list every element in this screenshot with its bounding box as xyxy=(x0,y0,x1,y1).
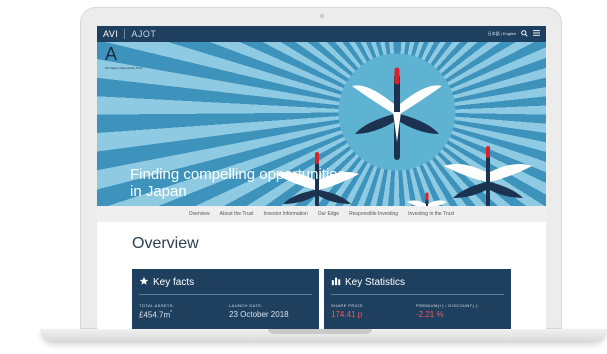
premium-discount-value: -2.21 % xyxy=(416,310,444,319)
divider xyxy=(139,294,312,295)
language-switcher[interactable]: 日本語 | English xyxy=(488,31,516,37)
nav-item-investor-information[interactable]: Investor Information xyxy=(264,211,308,217)
key-statistics-title: Key Statistics xyxy=(345,277,406,288)
total-assets-amount: £454.7m xyxy=(139,310,171,320)
key-statistics-heading: Key Statistics xyxy=(331,276,405,289)
crane-right xyxy=(444,146,532,206)
brand-avi-link[interactable]: AVI xyxy=(97,29,126,39)
nav-item-investing-in-the-trust[interactable]: Investing in the Trust xyxy=(408,211,454,217)
laptop-camera xyxy=(320,14,324,18)
nav-item-responsible-investing[interactable]: Responsible Investing xyxy=(349,211,398,217)
nav-item-our-edge[interactable]: Our Edge xyxy=(318,211,339,217)
laptop-notch xyxy=(268,329,372,334)
hero-banner: A AVI Japan Opportunity Trust Finding co… xyxy=(97,42,546,206)
laptop-screen: AVI AJOT 日本語 | English A AVI Japan Oppor… xyxy=(97,26,546,329)
crane-small xyxy=(407,192,447,206)
share-price-label: SHARE PRICE: xyxy=(331,303,365,308)
total-assets-footnote-mark: * xyxy=(170,310,173,316)
crane-large xyxy=(352,67,442,160)
key-facts-card: Key facts TOTAL ASSETS: £454.7m* LAUNCH … xyxy=(132,269,319,329)
key-facts-title: Key facts xyxy=(153,277,195,288)
top-right-tools: 日本語 | English xyxy=(488,29,546,39)
star-icon xyxy=(139,276,149,289)
hero-headline: Finding compelling opportunities in Japa… xyxy=(130,166,346,200)
nav-item-overview[interactable]: Overview xyxy=(189,211,210,217)
search-icon[interactable] xyxy=(521,29,528,39)
page-title: Overview xyxy=(132,235,199,252)
divider xyxy=(331,294,504,295)
nav-item-about-the-trust[interactable]: About the Trust xyxy=(220,211,254,217)
total-assets-label: TOTAL ASSETS: xyxy=(139,303,175,308)
menu-icon[interactable] xyxy=(533,30,540,38)
brand-ajot-link[interactable]: AJOT xyxy=(125,29,162,39)
total-assets-value: £454.7m* xyxy=(139,310,172,320)
bar-chart-icon xyxy=(331,276,341,289)
key-facts-heading: Key facts xyxy=(139,276,194,289)
launch-date-value: 23 October 2018 xyxy=(229,310,289,319)
key-statistics-card: Key Statistics SHARE PRICE: 174.41 p PRE… xyxy=(324,269,511,329)
share-price-value: 174.41 p xyxy=(331,310,363,319)
premium-discount-label: PREMIUM(+) / DISCOUNT(-): xyxy=(416,303,480,308)
section-nav: Overview About the Trust Investor Inform… xyxy=(97,206,546,222)
launch-date-label: LAUNCH DATE: xyxy=(229,303,263,308)
top-bar: AVI AJOT 日本語 | English xyxy=(97,26,546,42)
